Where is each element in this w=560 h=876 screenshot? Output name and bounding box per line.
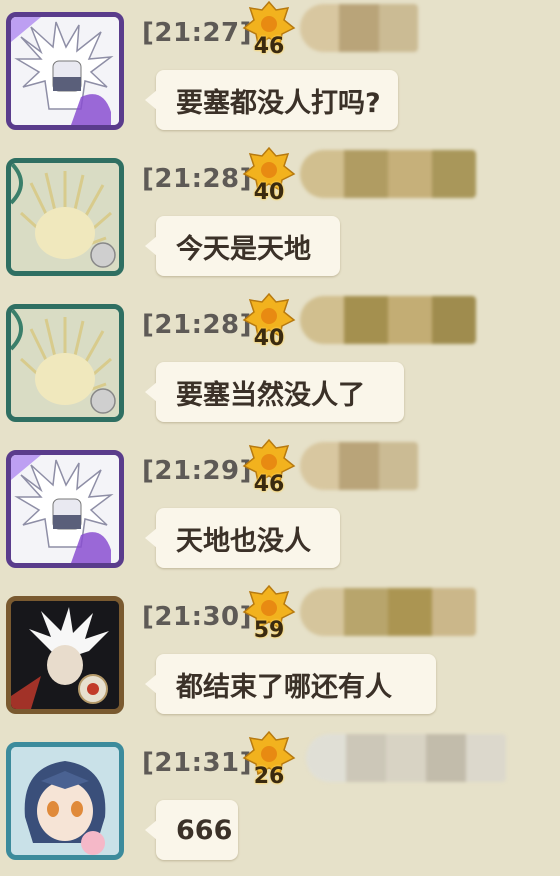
avatar-ninja-icon: [11, 17, 119, 125]
chat-message: [21:28] 40 今天是天地: [0, 146, 560, 292]
message-timestamp: [21:31]: [142, 748, 253, 778]
level-badge: 46: [242, 0, 296, 66]
level-badge: 40: [242, 146, 296, 212]
avatar-ninja-icon: [11, 455, 119, 563]
message-timestamp: [21:30]: [142, 602, 253, 632]
level-badge: 46: [242, 438, 296, 504]
avatar[interactable]: [6, 158, 124, 276]
chat-message: [21:30] 59 都结束了哪还有人: [0, 584, 560, 730]
chat-message: [21:31] 26 666: [0, 730, 560, 876]
avatar[interactable]: [6, 304, 124, 422]
player-name-redacted: [300, 442, 418, 490]
player-name-redacted: [306, 734, 506, 782]
message-timestamp: [21:28]: [142, 164, 253, 194]
message-bubble: 要塞都没人打吗?: [145, 70, 398, 130]
level-number: 46: [253, 472, 285, 497]
message-bubble: 天地也没人: [145, 508, 340, 568]
message-timestamp: [21:28]: [142, 310, 253, 340]
level-number: 26: [253, 764, 285, 789]
avatar[interactable]: [6, 596, 124, 714]
avatar[interactable]: [6, 450, 124, 568]
chat-message: [21:27] 46 要塞都没人打吗?: [0, 0, 560, 146]
chat-log: [21:27] 46 要塞都没人打吗? [21:28] 40 今天是天地 [21…: [0, 0, 560, 876]
avatar-spiky-hair-icon: [11, 309, 119, 417]
level-number: 46: [253, 34, 285, 59]
level-number: 40: [253, 326, 285, 351]
message-bubble: 都结束了哪还有人: [145, 654, 436, 714]
avatar-white-hair-icon: [11, 601, 119, 709]
message-bubble: 666: [145, 800, 238, 860]
avatar-girl-icon: [11, 747, 119, 855]
chat-message: [21:29] 46 天地也没人: [0, 438, 560, 584]
level-badge: 40: [242, 292, 296, 358]
avatar[interactable]: [6, 742, 124, 860]
level-badge: 59: [242, 584, 296, 650]
avatar-spiky-hair-icon: [11, 163, 119, 271]
player-name-redacted: [300, 588, 476, 636]
message-timestamp: [21:27]: [142, 18, 253, 48]
chat-message: [21:28] 40 要塞当然没人了: [0, 292, 560, 438]
player-name-redacted: [300, 150, 476, 198]
level-badge: 26: [242, 730, 296, 796]
message-timestamp: [21:29]: [142, 456, 253, 486]
level-number: 40: [253, 180, 285, 205]
message-bubble: 今天是天地: [145, 216, 340, 276]
player-name-redacted: [300, 296, 476, 344]
message-bubble: 要塞当然没人了: [145, 362, 404, 422]
player-name-redacted: [300, 4, 418, 52]
avatar[interactable]: [6, 12, 124, 130]
level-number: 59: [253, 618, 285, 643]
